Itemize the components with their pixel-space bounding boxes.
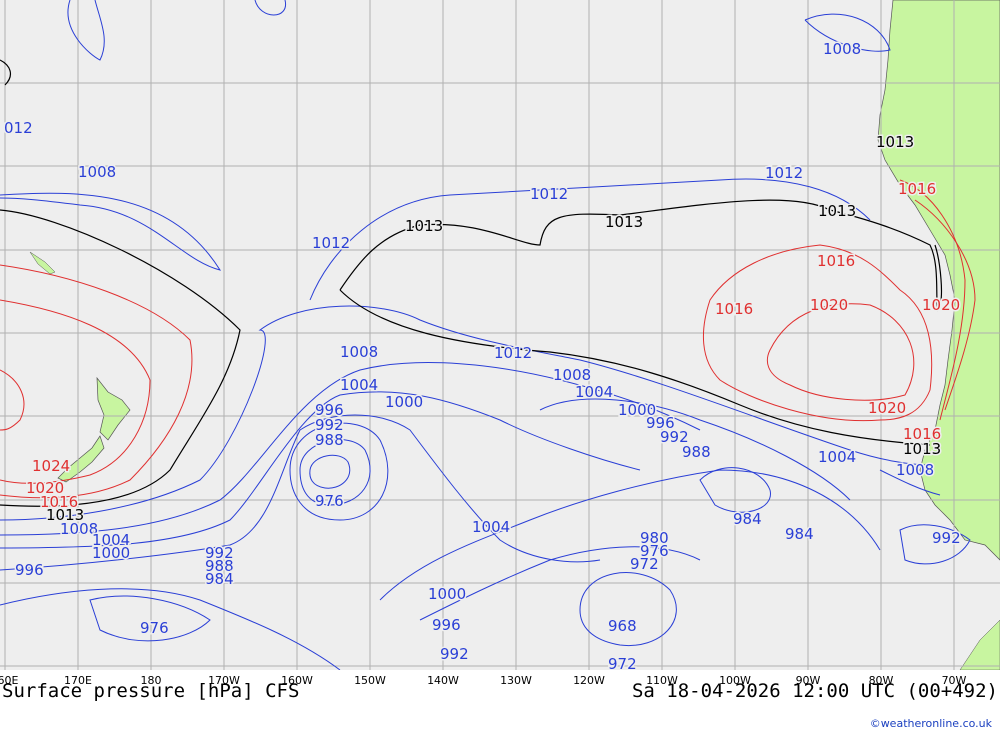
isobar-label: 1016 — [898, 180, 936, 198]
isobar-label: 1016 — [817, 252, 855, 270]
isobar-label: 1013 — [818, 202, 856, 220]
isobar-label: 012 — [4, 119, 33, 137]
isobar-label: 976 — [140, 619, 169, 637]
isobar-label: 1020 — [810, 296, 848, 314]
map-title: Surface pressure [hPa] CFS — [2, 680, 300, 702]
footer-strip: 60E 170E 180 170W 160W 150W 140W 130W 12… — [0, 670, 1000, 733]
map-timestamp: Sa 18-04-2026 12:00 UTC (00+492) — [631, 680, 998, 702]
isobar-label: 976 — [315, 492, 344, 510]
isobar-label: 992 — [440, 645, 469, 663]
isobar-label: 1000 — [385, 393, 423, 411]
isobar-label: 1000 — [92, 544, 130, 562]
longitude-label: 120W — [573, 674, 605, 687]
isobar-label: 1004 — [575, 383, 613, 401]
isobar-label: 1008 — [823, 40, 861, 58]
isobar-label: 968 — [608, 617, 637, 635]
isobar-label: 1012 — [765, 164, 803, 182]
longitude-label: 130W — [500, 674, 532, 687]
isobar-label: 1012 — [312, 234, 350, 252]
isobar-label: 984 — [205, 570, 234, 588]
isobar-label: 1020 — [868, 399, 906, 417]
isobar-label: 1013 — [405, 217, 443, 235]
isobar-label: 992 — [932, 529, 961, 547]
isobar-label: 1012 — [494, 344, 532, 362]
credit-link[interactable]: ©weatheronline.co.uk — [870, 717, 992, 730]
isobar-label: 1012 — [530, 185, 568, 203]
isobar-label: 1004 — [818, 448, 856, 466]
isobar-label: 972 — [630, 555, 659, 573]
isobar-label: 1008 — [553, 366, 591, 384]
isobar-label: 1000 — [618, 401, 656, 419]
isobar-label: 984 — [733, 510, 762, 528]
isobar-label: 1008 — [896, 461, 934, 479]
pressure-map: 012 1008 1012 1012 1012 1008 1004 1000 9… — [0, 0, 1000, 675]
isobar-label: 1008 — [78, 163, 116, 181]
isobar-label: 1013 — [605, 213, 643, 231]
isobar-label: 1016 — [40, 493, 78, 511]
isobar-label: 996 — [15, 561, 44, 579]
ocean-background — [0, 0, 1000, 670]
isobar-label: 1016 — [715, 300, 753, 318]
isobar-label: 1020 — [922, 296, 960, 314]
isobar-label: 1016 — [903, 425, 941, 443]
isobar-label: 988 — [315, 431, 344, 449]
isobar-label: 1024 — [32, 457, 70, 475]
isobar-label: 996 — [432, 616, 461, 634]
isobar-label: 1000 — [428, 585, 466, 603]
isobar-label: 1004 — [340, 376, 378, 394]
isobar-label: 1004 — [472, 518, 510, 536]
isobar-label: 1013 — [876, 133, 914, 151]
isobar-label: 984 — [785, 525, 814, 543]
isobar-label: 972 — [608, 655, 637, 670]
isobar-label: 1008 — [340, 343, 378, 361]
longitude-label: 150W — [354, 674, 386, 687]
longitude-label: 140W — [427, 674, 459, 687]
